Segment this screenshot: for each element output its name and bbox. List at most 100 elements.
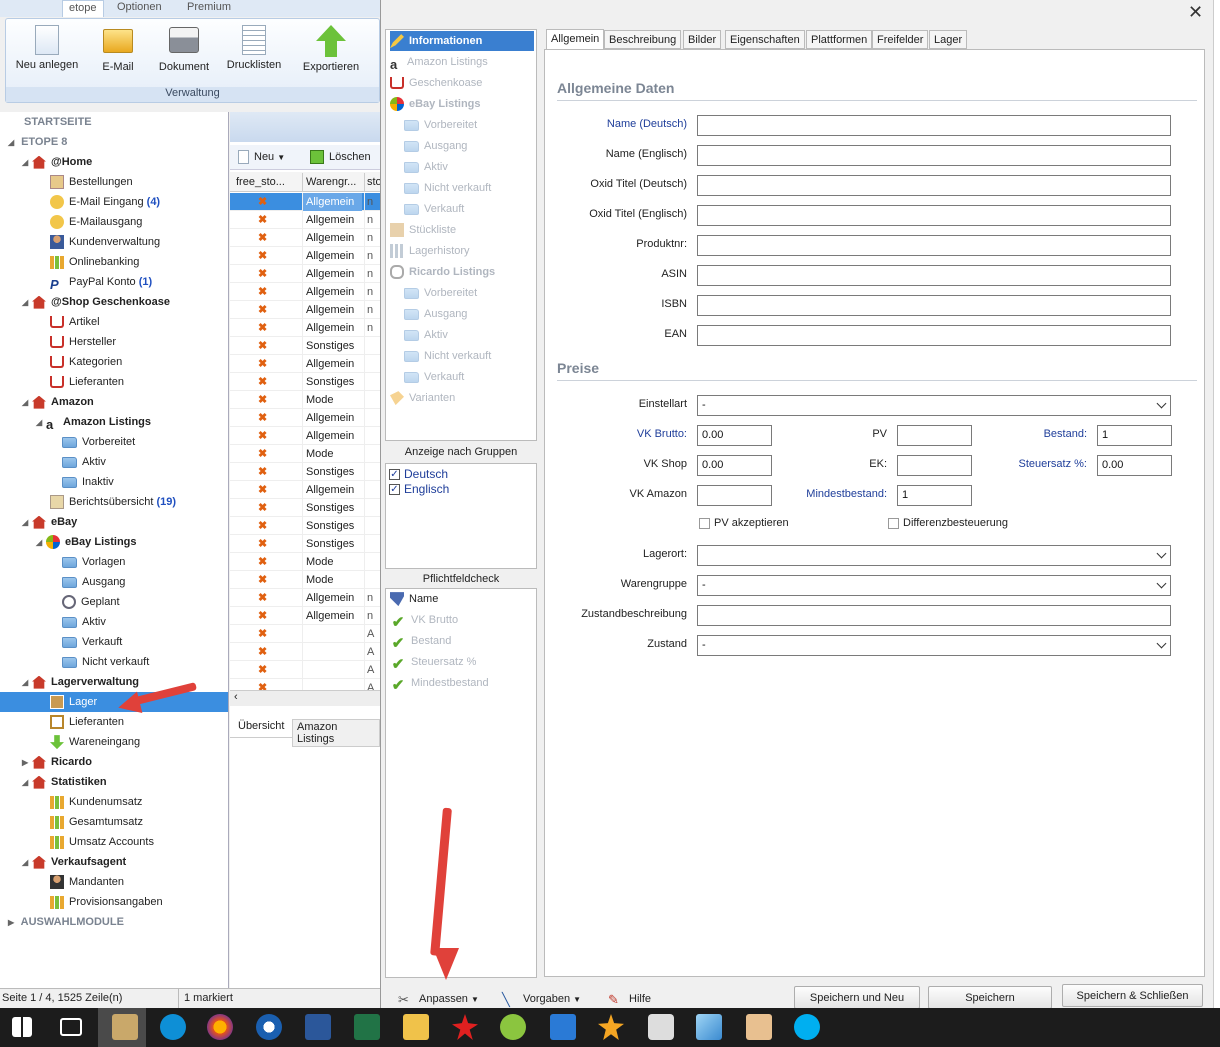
save-button[interactable]: Speichern	[928, 986, 1052, 1009]
firefox-icon[interactable]	[207, 1014, 233, 1040]
table-row[interactable]: ✖ Allgemein	[230, 481, 380, 499]
expand-icon[interactable]: ◢	[36, 413, 46, 433]
table-row[interactable]: ✖ Allgemein	[230, 355, 380, 373]
expand-icon[interactable]: ◢	[22, 853, 32, 873]
nav-ebay-nicht-verkauft[interactable]: Nicht verkauft	[404, 178, 548, 198]
table-row[interactable]: ✖ Sonstiges	[230, 535, 380, 553]
tree-mandanten[interactable]: Mandanten	[50, 872, 124, 892]
tree-home[interactable]: ◢ @Home	[22, 152, 92, 172]
table-row[interactable]: ✖ Allgemein n	[230, 211, 380, 229]
nav-ebay-ausgang[interactable]: Ausgang	[404, 136, 548, 156]
document-button[interactable]: Dokument	[148, 25, 220, 73]
select-zustand[interactable]: -	[697, 635, 1171, 656]
collapse-icon[interactable]: ▶	[8, 913, 18, 933]
table-row[interactable]: ✖ Sonstiges	[230, 517, 380, 535]
excel-icon[interactable]	[354, 1014, 380, 1040]
nav-informationen[interactable]: Informationen	[390, 31, 534, 51]
table-row[interactable]: ✖ A	[230, 661, 380, 679]
nav-ebay-vorbereitet[interactable]: Vorbereitet	[404, 115, 548, 135]
nav-ricardo-vorbereitet[interactable]: Vorbereitet	[404, 283, 548, 303]
tree-amazon-listings[interactable]: ◢ a Amazon Listings	[36, 412, 151, 432]
table-row[interactable]: ✖ Sonstiges	[230, 463, 380, 481]
table-row[interactable]: ✖ Mode	[230, 553, 380, 571]
col-header-sto[interactable]: sto	[364, 173, 380, 191]
table-row[interactable]: ✖ Mode	[230, 571, 380, 589]
tree-online[interactable]: Onlinebanking	[50, 252, 139, 272]
expand-icon[interactable]: ◢	[22, 393, 32, 413]
input-zustandbeschreibung[interactable]	[697, 605, 1171, 626]
grid-delete-button[interactable]: Löschen	[310, 150, 371, 164]
nav-ebay-listings[interactable]: eBay Listings	[390, 94, 534, 114]
ribbon-tab-etope[interactable]: etope	[62, 0, 104, 17]
grid-new-button[interactable]: Neu ▼	[238, 150, 285, 164]
tab-eigenschaften[interactable]: Eigenschaften	[725, 30, 805, 49]
checkbox-checked-icon[interactable]: ✓	[389, 469, 400, 481]
select-einstellart[interactable]: -	[697, 395, 1171, 416]
nav-stueckliste[interactable]: Stückliste	[390, 220, 534, 240]
input-vk-brutto[interactable]: 0.00	[697, 425, 772, 446]
input-isbn[interactable]	[697, 295, 1171, 316]
hilfe-button[interactable]: ✎ Hilfe	[608, 992, 651, 1007]
tree-statistiken[interactable]: ◢ Statistiken	[22, 772, 107, 792]
nav-ricardo-nicht-verkauft[interactable]: Nicht verkauft	[404, 346, 548, 366]
email-button[interactable]: E-Mail	[92, 25, 144, 73]
dropdown-icon[interactable]: ▼	[573, 995, 581, 1004]
checkbox-pv-akzeptieren[interactable]: PV akzeptieren	[699, 517, 789, 529]
grid-scrollbar[interactable]: ‹	[230, 690, 380, 706]
tree-amazon[interactable]: ◢ Amazon	[22, 392, 94, 412]
table-row[interactable]: ✖ Allgemein n	[230, 301, 380, 319]
camera-icon[interactable]	[648, 1014, 674, 1040]
tree-ebay-listings[interactable]: ◢ eBay Listings	[36, 532, 137, 552]
tree-ebay-vorlagen[interactable]: Vorlagen	[62, 552, 125, 572]
tree-mail-in[interactable]: E-Mail Eingang (4)	[50, 192, 160, 212]
tree-ebay-ausgang[interactable]: Ausgang	[62, 572, 125, 592]
user-app-icon[interactable]	[746, 1014, 772, 1040]
input-vk-shop[interactable]: 0.00	[697, 455, 772, 476]
table-row[interactable]: ✖ A	[230, 679, 380, 690]
nav-ebay-aktiv[interactable]: Aktiv	[404, 157, 548, 177]
checkbox-icon[interactable]	[699, 517, 710, 529]
tree-ricardo[interactable]: ▶ Ricardo	[22, 752, 92, 772]
nav-varianten[interactable]: Varianten	[390, 388, 534, 408]
file-explorer-icon[interactable]	[403, 1014, 429, 1040]
expand-icon[interactable]: ◢	[22, 153, 32, 173]
word-icon[interactable]	[305, 1014, 331, 1040]
thunderbird-icon[interactable]	[256, 1014, 282, 1040]
col-header-warengruppe[interactable]: Warengr...	[302, 173, 362, 191]
checkbox-checked-icon[interactable]: ✓	[389, 484, 400, 496]
tab-bilder[interactable]: Bilder	[683, 30, 722, 49]
tree-gesamtumsatz[interactable]: Gesamtumsatz	[50, 812, 143, 832]
input-produktnr[interactable]	[697, 235, 1171, 256]
save-new-button[interactable]: Speichern und Neu	[794, 986, 920, 1009]
tab-plattformen[interactable]: Plattformen	[806, 30, 873, 49]
table-row[interactable]: ✖ Allgemein n	[230, 229, 380, 247]
table-row[interactable]: ✖ Allgemein n	[230, 283, 380, 301]
tree-ebay[interactable]: ◢ eBay	[22, 512, 77, 532]
tree-berichte[interactable]: Berichtsübersicht (19)	[50, 492, 176, 512]
expand-icon[interactable]: ◢	[36, 533, 46, 553]
vorgaben-button[interactable]: ╲ Vorgaben ▼	[502, 992, 581, 1007]
close-icon[interactable]: ✕	[1188, 2, 1203, 23]
nav-geschenkoase[interactable]: Geschenkoase	[390, 73, 534, 93]
input-steuersatz[interactable]: 0.00	[1097, 455, 1172, 476]
checkbox-differenz[interactable]: Differenzbesteuerung	[888, 517, 1008, 529]
save-close-button[interactable]: Speichern & Schließen	[1062, 984, 1203, 1007]
table-row[interactable]: ✖ A	[230, 625, 380, 643]
tree-amazon-aktiv[interactable]: Aktiv	[62, 452, 106, 472]
tree-ebay-geplant[interactable]: Geplant	[62, 592, 120, 612]
tree-lieferanten2[interactable]: Lieferanten	[50, 712, 124, 732]
tree-ebay-aktiv[interactable]: Aktiv	[62, 612, 106, 632]
ribbon-tab-premium[interactable]: Premium	[187, 1, 231, 13]
tree-auswahlmodule[interactable]: ▶ AUSWAHLMODULE	[8, 912, 124, 932]
select-lagerort[interactable]	[697, 545, 1171, 566]
tree-provision[interactable]: Provisionsangaben	[50, 892, 163, 912]
table-row[interactable]: ✖ Allgemein n	[230, 265, 380, 283]
tree-shop[interactable]: ◢ @Shop Geschenkoase	[22, 292, 170, 312]
dropdown-icon[interactable]: ▼	[471, 995, 479, 1004]
tree-kunden[interactable]: Kundenverwaltung	[50, 232, 160, 252]
nav-amazon-listings[interactable]: a Amazon Listings	[390, 52, 534, 72]
table-row[interactable]: ✖ Allgemein	[230, 409, 380, 427]
tree-hersteller[interactable]: Hersteller	[50, 332, 116, 352]
tab-uebersicht[interactable]: Übersicht	[234, 719, 289, 733]
nav-ricardo-verkauft[interactable]: Verkauft	[404, 367, 548, 387]
